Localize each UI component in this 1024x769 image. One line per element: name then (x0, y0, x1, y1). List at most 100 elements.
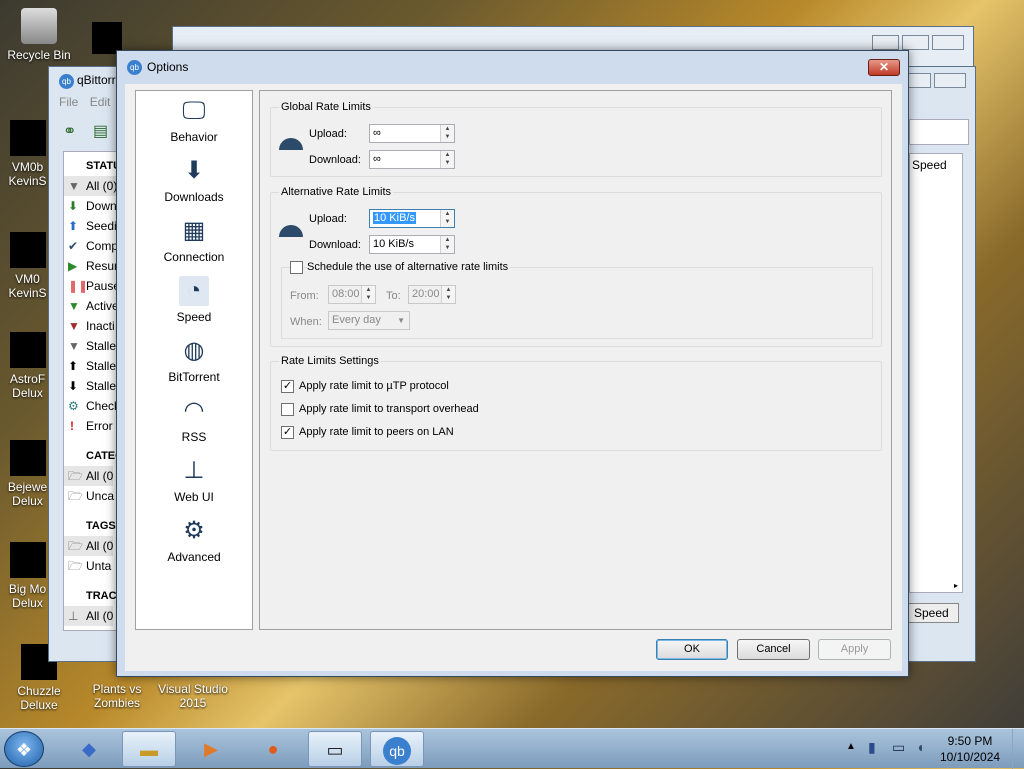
speed-button[interactable]: Speed (907, 603, 959, 623)
desktop-icon-label: VM0 KevinS (8, 272, 47, 300)
alt-upload-label: Upload: (309, 213, 347, 225)
overhead-checkbox[interactable] (281, 403, 294, 416)
tag-untagged[interactable]: 🗁︎ Unta (64, 556, 111, 576)
desktop-icon-vm0[interactable]: VM0 KevinS (0, 232, 55, 300)
desktop-icon-recycle-bin[interactable]: Recycle Bin (4, 8, 74, 62)
status-active[interactable]: ▼ Active (64, 296, 119, 316)
nav-downloads[interactable]: ⬇ Downloads (136, 151, 252, 211)
taskbar-explorer[interactable]: ▬ (122, 731, 176, 767)
utp-checkbox[interactable]: ✓ (281, 380, 294, 393)
global-upload-spinbox[interactable]: ∞ ▲ ▼ (369, 124, 455, 143)
status-stalled-downloading[interactable]: ⬇ Stalle (64, 376, 116, 396)
taskbar-app-1[interactable]: ◆ (62, 731, 116, 767)
schedule-label: Schedule the use of alternative rate lim… (307, 261, 511, 273)
schedule-checkbox[interactable] (290, 261, 303, 274)
spin-arrows-icon[interactable]: ▲ ▼ (440, 125, 454, 142)
windows-logo-icon: ❖ (15, 740, 33, 760)
torrent-list[interactable]: Speed ▸ (909, 153, 963, 593)
tracker-icon: ⊥ (68, 609, 79, 623)
desktop-icon-bejeweled[interactable]: Bejewe Delux (0, 440, 55, 508)
to-time-input[interactable]: 20:00 ▲ ▼ (408, 285, 456, 304)
speedometer-icon (279, 225, 303, 237)
search-box[interactable] (909, 119, 969, 145)
taskbar-qbittorrent[interactable]: qb (370, 731, 424, 767)
status-resumed[interactable]: ▶ Resur (64, 256, 118, 276)
nav-behavior[interactable]: 🖵︎ Behavior (136, 91, 252, 151)
add-link-icon[interactable]: ⚭ (63, 121, 76, 141)
status-inactive[interactable]: ▼ Inacti (64, 316, 115, 336)
spin-arrows-icon[interactable]: ▲ ▼ (440, 210, 454, 227)
options-nav: 🖵︎ Behavior ⬇ Downloads ▦ Connection ◔ S… (135, 90, 253, 630)
nav-connection[interactable]: ▦ Connection (136, 211, 252, 271)
status-paused[interactable]: ❚❚ Pause (64, 276, 120, 296)
desktop-icon-big-money[interactable]: Big Mo Delux (0, 542, 55, 610)
dialog-body: 🖵︎ Behavior ⬇ Downloads ▦ Connection ◔ S… (125, 84, 902, 671)
status-stalled[interactable]: ▼ Stalle (64, 336, 116, 356)
spin-arrows-icon[interactable]: ▲ ▼ (440, 236, 454, 253)
speed-column-header[interactable]: Speed (912, 158, 947, 172)
categories-header: CATEG (86, 450, 124, 462)
desktop-icon-plants-vs-zombies[interactable]: Plants vs Zombies (82, 682, 152, 710)
spin-arrows-icon[interactable]: ▲ ▼ (441, 286, 455, 303)
category-uncategorized[interactable]: 🗁︎ Unca (64, 486, 114, 506)
nav-web-ui[interactable]: ⊥ Web UI (136, 451, 252, 511)
tracker-all[interactable]: ⊥ All (0 (64, 606, 114, 626)
status-stalled-uploading[interactable]: ⬆ Stalle (64, 356, 116, 376)
close-button[interactable]: ✕ (868, 59, 900, 76)
nav-speed[interactable]: ◔ Speed (136, 271, 252, 331)
tray-up-arrow-icon[interactable]: ▲ (846, 741, 856, 752)
desktop-icon-visual-studio[interactable]: Visual Studio 2015 (158, 682, 228, 710)
qbittorrent-logo-icon: qb (59, 74, 74, 89)
global-download-spinbox[interactable]: ∞ ▲ ▼ (369, 150, 455, 169)
tray-network-icon[interactable]: ▮ (868, 739, 876, 756)
tag-all[interactable]: 🗁︎ All (0 (64, 536, 114, 556)
alt-upload-spinbox[interactable]: 10 KiB/s ▲ ▼ (369, 209, 455, 228)
status-completed[interactable]: ✔ Comp (64, 236, 118, 256)
desktop-icon-label: Visual Studio 2015 (158, 682, 228, 710)
status-errored[interactable]: ! Error (64, 416, 113, 436)
scroll-right-icon[interactable]: ▸ (954, 581, 958, 590)
filter-icon: ▼ (68, 339, 80, 353)
nav-rss[interactable]: ◠ RSS (136, 391, 252, 451)
spin-arrows-icon[interactable]: ▲ ▼ (361, 286, 375, 303)
tray-monitor-icon[interactable]: ▭ (892, 739, 905, 756)
menu-file[interactable]: File (59, 95, 78, 109)
tray-volume-icon[interactable]: ◖ (916, 739, 924, 755)
ok-button[interactable]: OK (656, 639, 728, 660)
spin-arrows-icon[interactable]: ▲ ▼ (440, 151, 454, 168)
menu-edit[interactable]: Edit (90, 95, 111, 109)
cancel-button[interactable]: Cancel (737, 639, 810, 660)
maximize-button[interactable] (902, 35, 929, 50)
when-dropdown[interactable]: Every day ▼ (328, 311, 410, 330)
nav-advanced[interactable]: ⚙ Advanced (136, 511, 252, 571)
status-checking[interactable]: ⚙ Check (64, 396, 120, 416)
apply-button[interactable]: Apply (818, 639, 891, 660)
add-file-icon[interactable]: ▤ (93, 121, 108, 141)
taskbar-firefox[interactable]: ● (246, 731, 300, 767)
category-all[interactable]: 🗁︎ All (0 (64, 466, 114, 486)
menu-bar: File Edit (59, 95, 110, 113)
minimize-button[interactable] (872, 35, 899, 50)
up-arrow-icon: ⬆ (68, 359, 79, 373)
close-button[interactable] (934, 73, 966, 88)
desktop-icon-astrofire[interactable]: AstroF Delux (0, 332, 55, 400)
from-time-input[interactable]: 08:00 ▲ ▼ (328, 285, 376, 304)
start-button[interactable]: ❖ (4, 731, 44, 767)
close-button[interactable] (932, 35, 964, 50)
taskbar-app-dark[interactable]: ▭ (308, 731, 362, 767)
dialog-title: qb Options (127, 57, 188, 77)
utp-label: Apply rate limit to µTP protocol (299, 380, 449, 392)
show-desktop-button[interactable] (1012, 729, 1024, 769)
status-downloading[interactable]: ⬇ Down (64, 196, 117, 216)
options-dialog[interactable]: qb Options ✕ 🖵︎ Behavior ⬇ Downloads ▦ C… (116, 50, 909, 677)
status-all[interactable]: ▼ All (0) (64, 176, 118, 196)
taskbar-media-player[interactable]: ▶ (184, 731, 238, 767)
nav-bittorrent[interactable]: ◍ BitTorrent (136, 331, 252, 391)
app-icon: ◆ (82, 739, 96, 759)
clock[interactable]: 9:50 PM 10/10/2024 (940, 733, 1000, 765)
status-seeding[interactable]: ⬆ Seedi (64, 216, 117, 236)
group-title: Global Rate Limits (279, 101, 373, 113)
alt-download-spinbox[interactable]: 10 KiB/s ▲ ▼ (369, 235, 455, 254)
lan-checkbox[interactable]: ✓ (281, 426, 294, 439)
desktop-icon-vm0b[interactable]: VM0b KevinS (0, 120, 55, 188)
